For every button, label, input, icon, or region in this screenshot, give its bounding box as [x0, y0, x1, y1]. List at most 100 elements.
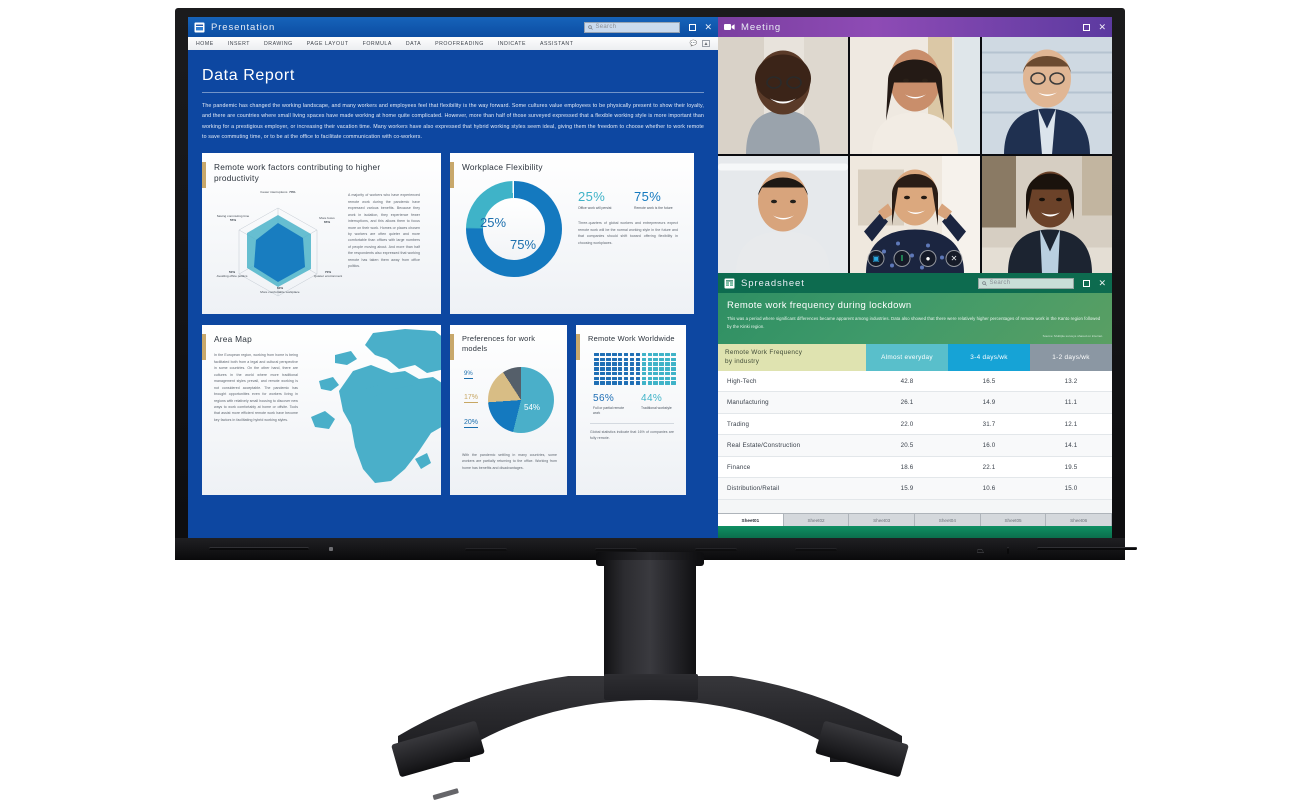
pictogram-unit — [599, 357, 605, 362]
presentation-window[interactable]: Presentation Search ✕ HOME INSERT DRAWING P… — [188, 17, 718, 538]
presentation-window-controls[interactable]: ✕ — [689, 22, 712, 32]
spreadsheet-titlebar[interactable]: Spreadsheet Search ✕ — [718, 273, 1112, 293]
ribbon-tab-page-layout[interactable]: PAGE LAYOUT — [307, 41, 349, 47]
table-cell-value: 16.5 — [982, 377, 996, 385]
table-row[interactable]: High-Tech 42.8 16.5 13.2 — [718, 370, 1112, 393]
meeting-titlebar[interactable]: Meeting ✕ — [718, 17, 1112, 37]
pictogram-unit — [605, 367, 611, 371]
card-pictogram[interactable]: Remote Work Worldwide 56% Full or partia… — [576, 325, 686, 496]
pictogram-unit — [665, 381, 671, 385]
pictogram-unit — [611, 357, 617, 362]
table-cell-value: 18.6 — [900, 463, 914, 471]
pictogram-unit — [653, 362, 659, 366]
menu-button[interactable] — [1007, 547, 1009, 554]
pictogram-unit — [635, 371, 641, 376]
ribbon-tab-formula[interactable]: FORMULA — [363, 41, 392, 47]
sheet-tab-sheet05[interactable]: Sheet05 — [980, 514, 1047, 526]
card-pie[interactable]: Preferences for work models 54% 9% 17% 2… — [450, 325, 567, 496]
collapse-ribbon-icon[interactable]: ▲ — [702, 40, 710, 47]
close-icon[interactable]: ✕ — [1098, 22, 1106, 32]
pictogram-unit — [599, 353, 605, 357]
table-cell-value: 12.1 — [1064, 420, 1078, 428]
table-column-header-3[interactable]: 1-2 days/wk — [1030, 343, 1112, 371]
sheet-tab-bar[interactable]: Sheet01 Sheet02 Sheet03 Sheet04 Sheet05 Sheet… — [718, 513, 1112, 526]
participant-tile-1[interactable] — [718, 37, 848, 154]
ribbon-tab-insert[interactable]: INSERT — [228, 41, 250, 47]
ribbon-tab-drawing[interactable]: DRAWING — [264, 41, 293, 47]
meeting-control-bar[interactable]: ▣ ‖ ● ✕ — [867, 250, 963, 267]
pictogram-unit — [641, 381, 647, 385]
table-column-header-1[interactable]: Almost everyday — [866, 343, 948, 371]
card-donut[interactable]: Workplace Flexibility 25% 75% 25% Office… — [450, 153, 694, 315]
table-row[interactable]: Distribution/Retail 15.9 10.6 15.0 — [718, 478, 1112, 500]
participant-tile-2[interactable] — [850, 37, 980, 154]
pictogram-unit — [629, 353, 635, 357]
pictogram-unit — [605, 371, 611, 376]
donut-label-75: 75% — [510, 237, 537, 253]
pictogram-unit — [659, 353, 665, 357]
table-cell-value: 16.0 — [982, 442, 996, 450]
maximize-icon[interactable] — [689, 23, 697, 31]
donut-stat-1: 25% Office work will persist — [578, 189, 620, 211]
participant-tile-3[interactable] — [982, 37, 1112, 154]
card-map[interactable]: Area Map In the European region, working… — [202, 325, 441, 496]
table-cell-value: 42.8 — [900, 377, 914, 385]
camera-toggle[interactable]: ▣ — [867, 250, 885, 267]
pictogram-unit — [599, 376, 605, 380]
table-column-header-0[interactable]: Remote Work Frequency by industry — [718, 343, 866, 371]
ribbon-tab-assistant[interactable]: ASSISTANT — [540, 41, 573, 47]
table-cell-industry: High-Tech — [727, 377, 757, 385]
table-column-header-2[interactable]: 3-4 days/wk — [948, 343, 1030, 371]
close-icon[interactable]: ✕ — [704, 22, 712, 32]
comment-icon[interactable]: 💬 — [690, 40, 697, 47]
spreadsheet-search-input[interactable]: Search — [978, 277, 1075, 289]
spreadsheet-window-controls[interactable]: ✕ — [1083, 278, 1106, 288]
presentation-titlebar[interactable]: Presentation Search ✕ — [188, 17, 718, 37]
table-row[interactable]: Finance 18.6 22.1 19.5 — [718, 456, 1112, 479]
donut-stats: 25% Office work will persist 75% Remote … — [578, 179, 678, 277]
table-row[interactable]: Real Estate/Construction 20.5 16.0 14.1 — [718, 435, 1112, 457]
radar-chart: Fewer interruptions 70% More focus 65% 70… — [214, 190, 342, 298]
pie-label-20: 20% — [464, 418, 479, 428]
ribbon-tab-indicate[interactable]: INDICATE — [498, 41, 526, 47]
pictogram-unit — [594, 371, 599, 376]
pictogram-stat-2-value: 44% — [641, 392, 663, 404]
spreadsheet-hero: Remote work frequency during lockdown Th… — [718, 293, 1112, 344]
presentation-search-input[interactable]: Search — [584, 21, 681, 33]
ribbon-right-tools[interactable]: 💬 ▲ — [690, 40, 710, 47]
ribbon-tab-proofreading[interactable]: PROOFREADING — [435, 41, 484, 47]
microphone-toggle[interactable]: ‖ — [893, 250, 911, 267]
power-icon[interactable]: ⏢ — [977, 546, 984, 555]
participant-tile-4[interactable] — [718, 156, 848, 273]
pictogram-unit — [665, 367, 671, 371]
speaker-grille-right — [1037, 547, 1137, 550]
presentation-ribbon[interactable]: HOME INSERT DRAWING PAGE LAYOUT FORMULA DATA P… — [188, 37, 718, 51]
donut-label-25: 25% — [480, 215, 507, 231]
meeting-window[interactable]: Meeting ✕ ▣ ‖ ● ✕ — [718, 17, 1112, 273]
table-cell-industry: Distribution/Retail — [727, 485, 780, 493]
table-cell-value: 15.0 — [1064, 485, 1078, 493]
pictogram-unit — [605, 353, 611, 357]
ribbon-tab-data[interactable]: DATA — [406, 41, 421, 47]
participant-tile-6[interactable] — [982, 156, 1112, 273]
maximize-icon[interactable] — [1083, 23, 1091, 31]
sheet-tab-sheet06[interactable]: Sheet06 — [1046, 514, 1112, 526]
meeting-window-controls[interactable]: ✕ — [1083, 22, 1106, 32]
maximize-icon[interactable] — [1083, 279, 1091, 287]
pictogram-unit — [623, 357, 629, 362]
close-icon[interactable]: ✕ — [1098, 278, 1106, 288]
spreadsheet-hero-sub: This was a period where significant diff… — [727, 316, 1101, 329]
sheet-tab-sheet03[interactable]: Sheet03 — [849, 514, 916, 526]
end-call-button[interactable]: ✕ — [945, 250, 963, 267]
card-radar[interactable]: Remote work factors contributing to high… — [202, 153, 441, 315]
sheet-tab-sheet01[interactable]: Sheet01 — [718, 514, 784, 526]
ribbon-tab-home[interactable]: HOME — [196, 41, 214, 47]
spreadsheet-window[interactable]: Spreadsheet Search ✕ Remote work frequen… — [718, 273, 1112, 538]
raise-hand-button[interactable]: ● — [919, 250, 937, 267]
sheet-tab-sheet02[interactable]: Sheet02 — [783, 514, 850, 526]
table-row[interactable]: Trading 22.0 31.7 12.1 — [718, 413, 1112, 436]
table-row[interactable]: Manufacturing 26.1 14.9 11.1 — [718, 392, 1112, 414]
sheet-tab-sheet04[interactable]: Sheet04 — [915, 514, 981, 526]
pictogram-unit — [599, 371, 605, 376]
spreadsheet-status-bar — [718, 526, 1112, 538]
